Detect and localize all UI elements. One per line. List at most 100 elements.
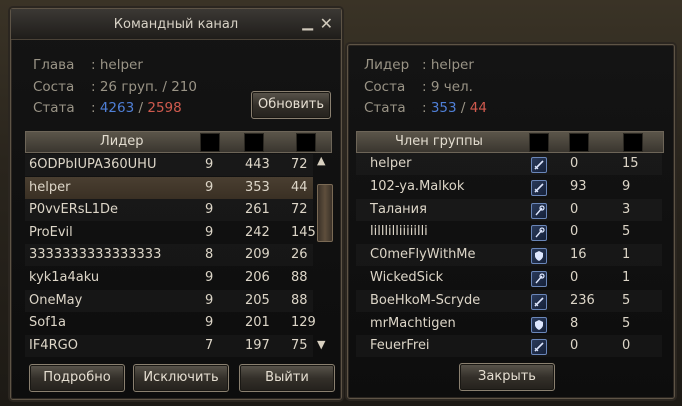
member-c3-value: 9 <box>622 178 631 194</box>
header-stat-col2[interactable] <box>623 133 643 152</box>
party-leader-info: Лидер : helper <box>364 57 474 73</box>
header-icon-col2[interactable] <box>244 133 264 152</box>
member-row[interactable]: C0meFlyWithMe 16 1 <box>356 244 662 266</box>
header-class-col[interactable] <box>529 133 549 152</box>
groups-scrollbar[interactable]: ▲ ▼ <box>315 154 333 354</box>
member-row[interactable]: Талания 0 3 <box>356 199 662 221</box>
member-name: BoeHkoM-Scryde <box>370 292 481 308</box>
party-stats-info: Стата : 353 / 44 <box>364 100 487 116</box>
group-row[interactable]: 6ODPbIUPA360UHU 9 443 72 <box>25 154 313 176</box>
group-row[interactable]: 3333333333333333 8 209 26 <box>25 244 313 266</box>
party-stats-value: : 353 / 44 <box>422 100 487 116</box>
group-leader-name: helper <box>29 179 71 195</box>
party-composition-label: Соста <box>364 79 406 95</box>
leader-label: Глава <box>33 57 75 73</box>
member-c3-value: 15 <box>622 156 639 171</box>
sword-class-icon <box>531 293 547 310</box>
member-c3-value: 5 <box>622 292 631 308</box>
group-c2-value: 205 <box>245 292 270 308</box>
group-c2-value: 209 <box>245 247 270 263</box>
shield-class-icon <box>531 248 547 265</box>
stats-value: : 4263 / 2598 <box>91 100 182 116</box>
group-leader-name: Sof1a <box>29 315 67 331</box>
member-name: Талания <box>370 201 427 217</box>
group-leader-name: kyk1a4aku <box>29 270 100 285</box>
group-leader-name: P0vvERsL1De <box>29 202 119 218</box>
member-c3-value: 1 <box>622 270 631 285</box>
group-row[interactable]: kyk1a4aku 9 206 88 <box>25 267 313 289</box>
members-table-header: Член группы <box>356 131 664 153</box>
member-row[interactable]: helper 0 15 <box>356 153 662 175</box>
group-c1-value: 9 <box>205 179 214 195</box>
member-name: C0meFlyWithMe <box>370 247 476 263</box>
group-c1-value: 9 <box>205 202 214 218</box>
member-name: helper <box>370 156 412 171</box>
close-button[interactable]: Закрыть <box>459 363 555 391</box>
member-row[interactable]: BoeHkoM-Scryde 236 5 <box>356 290 662 312</box>
scroll-up-icon[interactable]: ▲ <box>317 154 325 167</box>
member-name: lilllilliiiiilli <box>370 224 428 240</box>
composition-info: Соста : 26 груп. / 210 <box>33 79 197 95</box>
scroll-down-icon[interactable]: ▼ <box>317 338 325 351</box>
minimize-icon[interactable]: ▁ <box>302 15 313 31</box>
group-c2-value: 197 <box>245 337 270 353</box>
group-row[interactable]: OneMay 9 205 88 <box>25 290 313 312</box>
staff-class-icon <box>531 271 547 287</box>
party-composition-value: : 9 чел. <box>422 79 473 95</box>
group-leader-name: 6ODPbIUPA360UHU <box>29 157 157 172</box>
member-row[interactable]: WickedSick 0 1 <box>356 267 662 289</box>
group-c2-value: 201 <box>245 315 270 331</box>
group-row[interactable]: helper 9 353 44 <box>25 176 313 199</box>
groups-table-header: Лидер <box>25 131 332 153</box>
member-c2-value: 0 <box>570 201 579 217</box>
group-row[interactable]: ProEvil 9 242 145 <box>25 222 316 244</box>
member-c3-value: 5 <box>622 315 631 331</box>
window-titlebar[interactable]: Командный канал ▁ ✕ <box>11 9 341 40</box>
scroll-track[interactable] <box>317 170 333 330</box>
leader-value: : helper <box>91 57 143 73</box>
header-icon-col1[interactable] <box>200 133 220 152</box>
header-stat-col1[interactable] <box>569 133 589 152</box>
group-c3-value: 75 <box>291 337 308 353</box>
member-c2-value: 16 <box>570 247 587 263</box>
header-icon-col3[interactable] <box>296 133 316 152</box>
close-icon[interactable]: ✕ <box>320 14 333 33</box>
group-leader-name: ProEvil <box>29 224 73 240</box>
scroll-thumb[interactable] <box>317 184 333 242</box>
refresh-button[interactable]: Обновить <box>251 91 331 119</box>
leave-button[interactable]: Выйти <box>239 364 335 392</box>
member-c2-value: 8 <box>570 315 579 331</box>
member-c2-value: 236 <box>570 292 595 308</box>
stats-info: Стата : 4263 / 2598 <box>33 100 182 116</box>
group-row[interactable]: Sof1a 9 201 129 <box>25 312 316 334</box>
group-c3-value: 44 <box>291 179 308 195</box>
exclude-button[interactable]: Исключить <box>133 364 229 392</box>
member-c3-value: 3 <box>622 201 631 217</box>
details-button[interactable]: Подробно <box>29 364 125 392</box>
staff-class-icon <box>531 202 547 219</box>
group-c3-value: 88 <box>291 270 308 285</box>
group-row[interactable]: P0vvERsL1De 9 261 72 <box>25 199 313 221</box>
header-leader: Лидер <box>100 134 144 149</box>
group-c2-value: 242 <box>245 224 270 240</box>
party-leader-label: Лидер <box>364 57 410 73</box>
member-c2-value: 0 <box>570 338 579 354</box>
composition-value: : 26 груп. / 210 <box>91 79 197 95</box>
member-row[interactable]: 102-ya.Malkok 93 9 <box>356 176 662 198</box>
group-c3-value: 129 <box>291 315 316 331</box>
sword-class-icon <box>531 339 547 356</box>
member-c3-value: 0 <box>622 338 631 354</box>
member-c2-value: 0 <box>570 270 579 285</box>
group-c3-value: 72 <box>291 157 308 172</box>
member-row[interactable]: FeuerFrei 0 0 <box>356 335 662 357</box>
member-c2-value: 0 <box>570 156 579 171</box>
group-c1-value: 9 <box>205 315 214 331</box>
member-c3-value: 1 <box>622 247 631 263</box>
party-stats-label: Стата <box>364 100 406 116</box>
group-c1-value: 7 <box>205 337 214 353</box>
group-row[interactable]: IF4RGO 7 197 75 <box>25 335 313 357</box>
member-name: FeuerFrei <box>370 338 430 354</box>
member-row[interactable]: lilllilliiiiilli 0 5 <box>356 221 662 243</box>
member-c3-value: 5 <box>622 224 631 240</box>
member-row[interactable]: mrMachtigen 8 5 <box>356 313 662 335</box>
